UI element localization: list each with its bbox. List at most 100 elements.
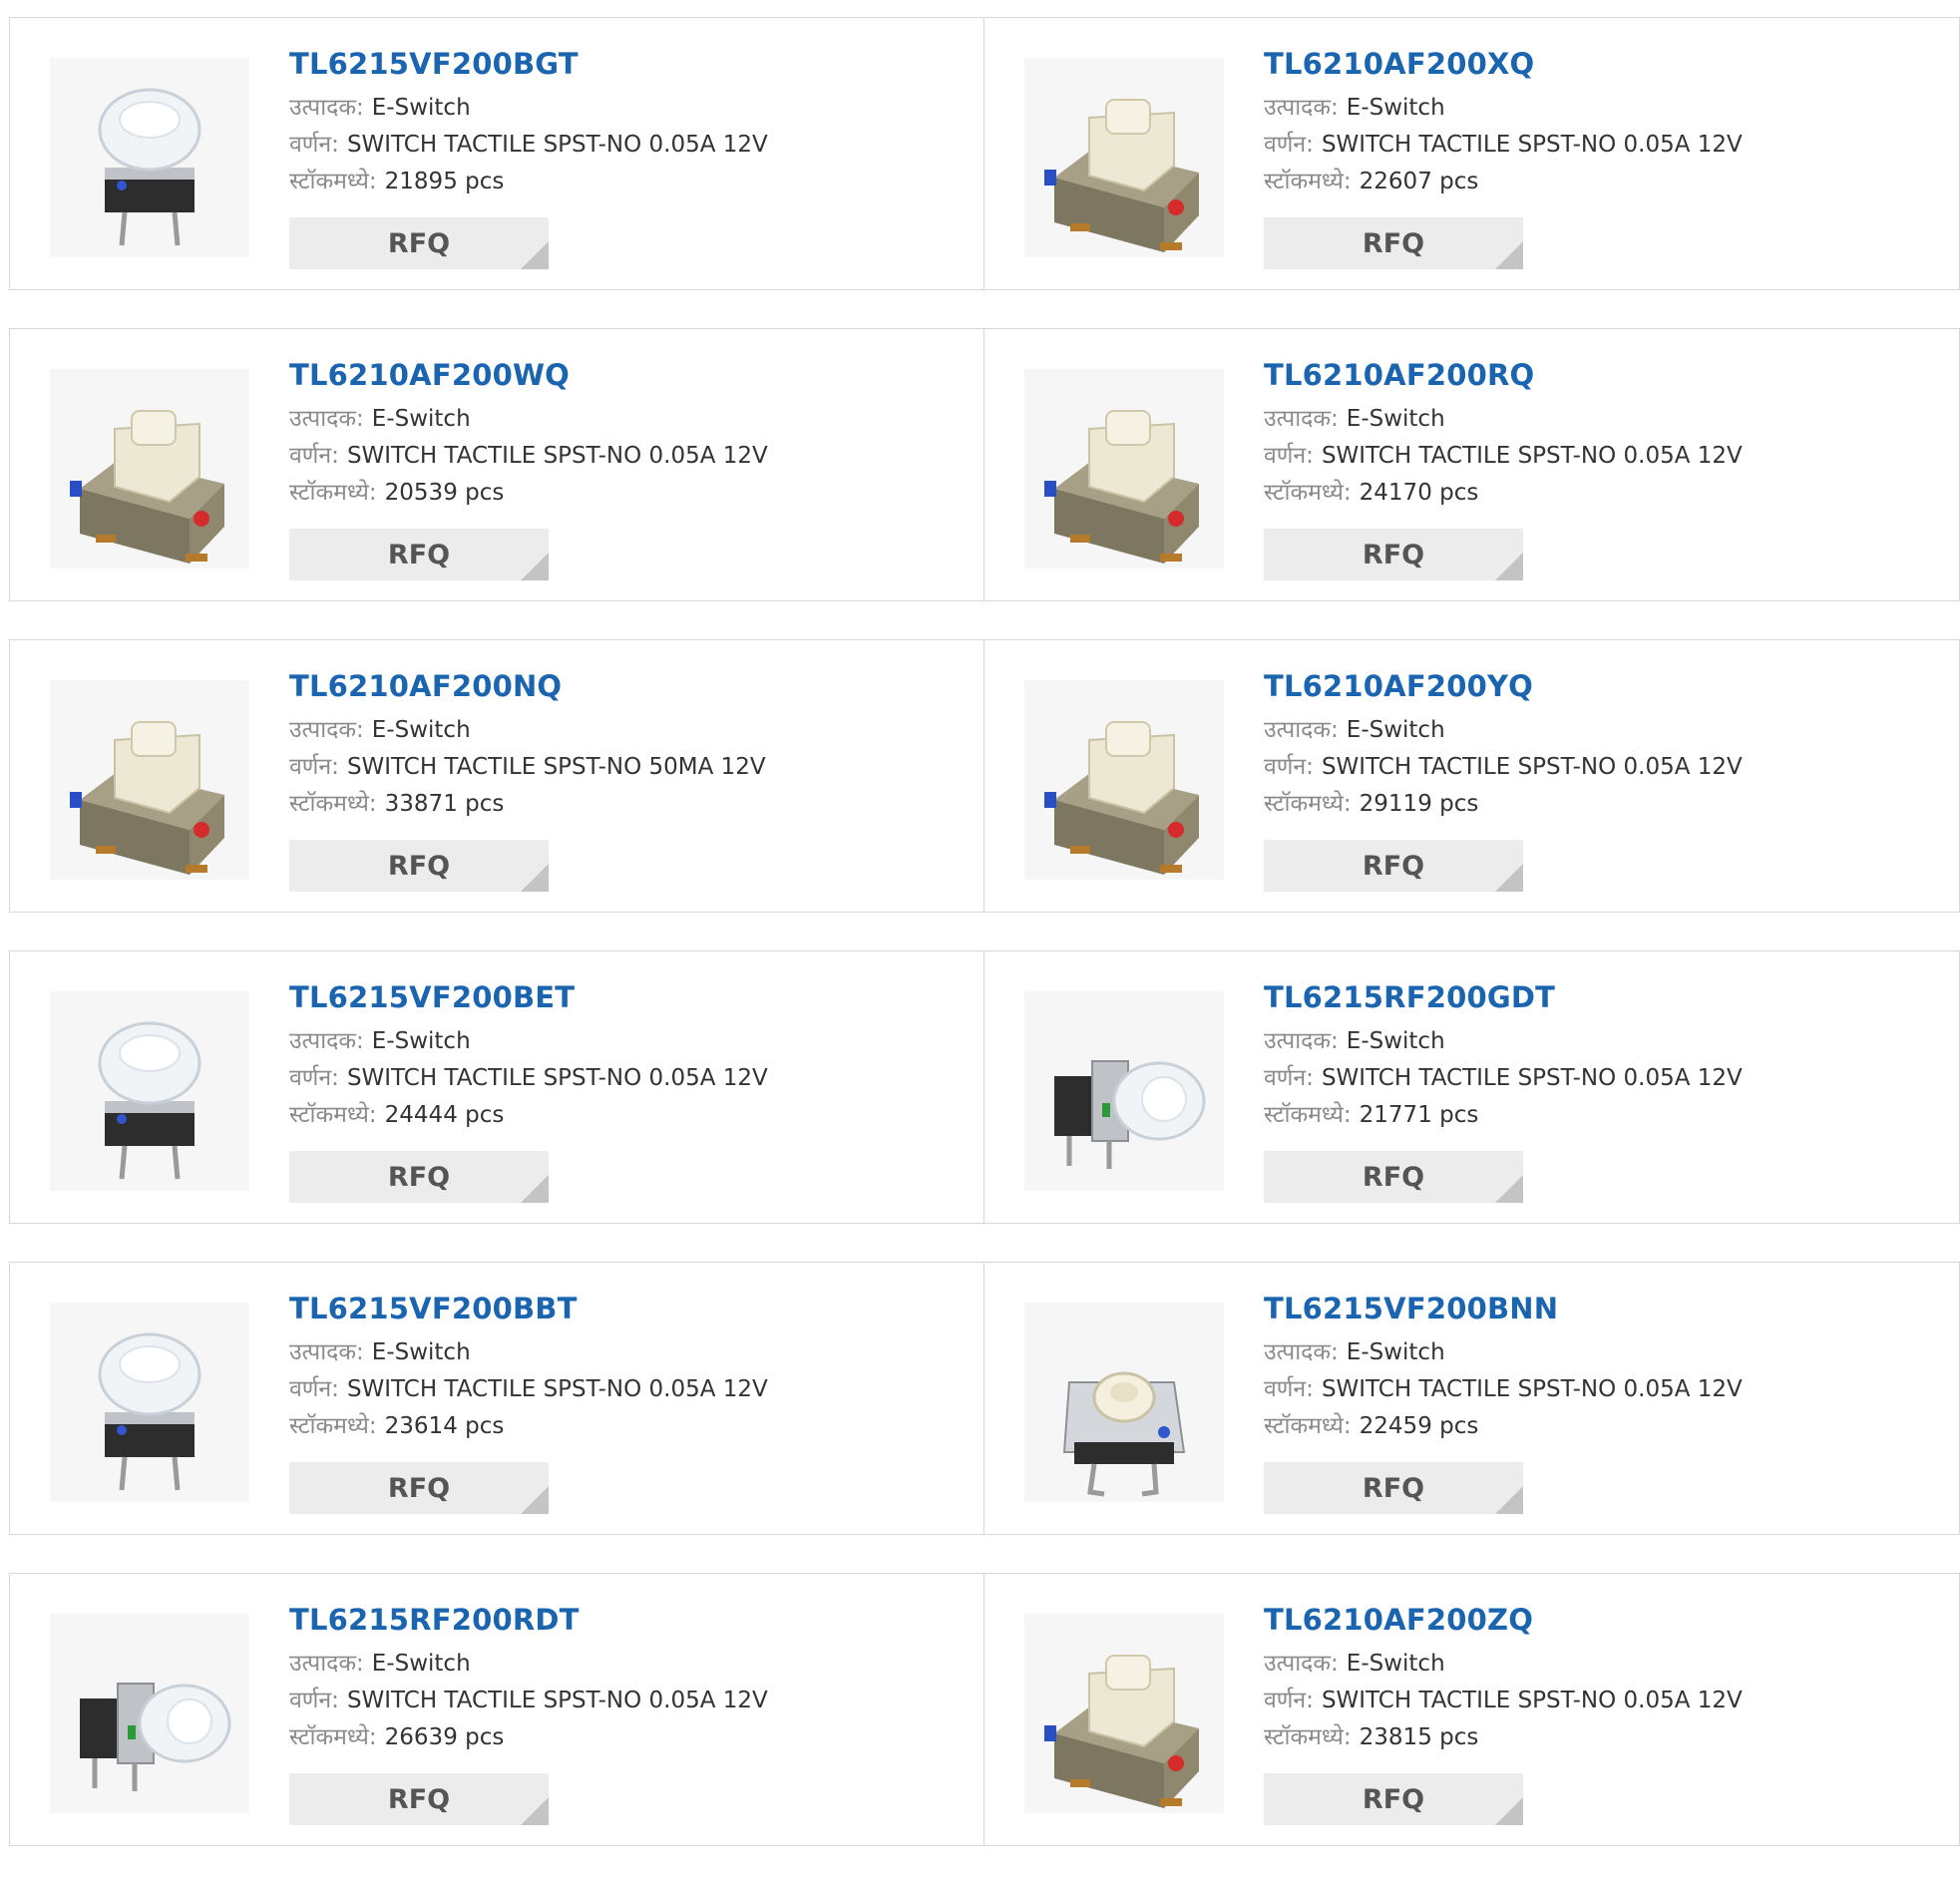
manufacturer-label: उत्पादक: [289,1651,364,1677]
stock-line: स्टॉकमध्ये: 26639 pcs [289,1719,974,1756]
stock-line: स्टॉकमध्ये: 22607 pcs [1264,164,1949,200]
rfq-button[interactable]: RFQ [1264,1773,1523,1825]
description-label: वर्णन: [289,443,339,469]
manufacturer-label: उत्पादक: [1264,1028,1339,1054]
product-card: TL6210AF200NQ उत्पादक: E-Switch वर्णन: SWI… [9,639,984,913]
description-line: वर्णन: SWITCH TACTILE SPST-NO 0.05A 12V [289,438,974,475]
rfq-label: RFQ [1362,539,1425,570]
smd-tactile-switch-icon[interactable] [1024,369,1224,568]
right-angle-illuminated-switch-icon[interactable] [1024,991,1224,1191]
product-title-link[interactable]: TL6210AF200NQ [289,668,974,704]
product-title-link[interactable]: TL6210AF200RQ [1264,357,1949,393]
product-title-link[interactable]: TL6215VF200BNN [1264,1291,1949,1326]
product-title-link[interactable]: TL6215VF200BBT [289,1291,974,1326]
manufacturer-line: उत्पादक: E-Switch [1264,90,1949,127]
rfq-label: RFQ [387,1472,451,1504]
stock-line: स्टॉकमध्ये: 23815 pcs [1264,1719,1949,1756]
rfq-button[interactable]: RFQ [1264,1151,1523,1203]
rfq-button[interactable]: RFQ [1264,840,1523,892]
right-angle-illuminated-switch-icon[interactable] [50,1614,249,1813]
rfq-label: RFQ [387,1783,451,1815]
description-value: SWITCH TACTILE SPST-NO 0.05A 12V [346,1065,768,1091]
description-label: वर्णन: [289,1065,339,1091]
product-card: TL6210AF200YQ उत्पादक: E-Switch वर्णन: SWI… [984,639,1960,913]
product-title-link[interactable]: TL6210AF200ZQ [1264,1602,1949,1638]
product-row: TL6215RF200RDT उत्पादक: E-Switch वर्णन: SW… [9,1573,1960,1846]
description-line: वर्णन: SWITCH TACTILE SPST-NO 0.05A 12V [289,1371,974,1408]
smd-tactile-switch-icon[interactable] [50,680,249,880]
manufacturer-label: उत्पादक: [289,1028,364,1054]
rfq-button[interactable]: RFQ [1264,217,1523,269]
product-title-link[interactable]: TL6215RF200RDT [289,1602,974,1638]
manufacturer-value: E-Switch [371,1651,471,1677]
stock-value: 23815 pcs [1359,1724,1479,1750]
description-label: वर्णन: [1264,754,1314,780]
stock-label: स्टॉकमध्ये: [289,480,377,506]
product-title-link[interactable]: TL6210AF200XQ [1264,46,1949,82]
rfq-button[interactable]: RFQ [289,529,549,580]
product-title-link[interactable]: TL6215VF200BET [289,979,974,1015]
rfq-button[interactable]: RFQ [289,1462,549,1514]
product-grid: TL6215VF200BGT उत्पादक: E-Switch वर्णन: SW… [9,17,1960,1884]
manufacturer-line: उत्पादक: E-Switch [1264,1334,1949,1371]
product-info: TL6215VF200BNN उत्पादक: E-Switch वर्णन: SW… [1264,1291,1949,1445]
product-title-link[interactable]: TL6215VF200BGT [289,46,974,82]
corner-fold-icon [1495,1797,1523,1825]
manufacturer-value: E-Switch [1346,1651,1445,1677]
stock-label: स्टॉकमध्ये: [1264,169,1352,194]
description-value: SWITCH TACTILE SPST-NO 0.05A 12V [1321,1065,1743,1091]
stock-label: स्टॉकमध्ये: [1264,1724,1352,1750]
product-title-link[interactable]: TL6215RF200GDT [1264,979,1949,1015]
product-info: TL6215VF200BGT उत्पादक: E-Switch वर्णन: SW… [289,46,974,200]
rfq-label: RFQ [387,1161,451,1193]
manufacturer-line: उत्पादक: E-Switch [1264,1646,1949,1683]
manufacturer-value: E-Switch [1346,406,1445,432]
illuminated-clear-cap-switch-icon[interactable] [50,1303,249,1502]
stock-line: स्टॉकमध्ये: 23614 pcs [289,1408,974,1445]
manufacturer-label: उत्पादक: [289,95,364,121]
stock-value: 24170 pcs [1359,480,1479,506]
manufacturer-line: उत्पादक: E-Switch [289,1023,974,1060]
product-info: TL6215RF200RDT उत्पादक: E-Switch वर्णन: SW… [289,1602,974,1756]
rfq-button[interactable]: RFQ [1264,529,1523,580]
stock-value: 22459 pcs [1359,1413,1479,1439]
product-info: TL6210AF200RQ उत्पादक: E-Switch वर्णन: SWI… [1264,357,1949,512]
smd-tactile-switch-icon[interactable] [1024,680,1224,880]
stock-value: 26639 pcs [384,1724,505,1750]
description-value: SWITCH TACTILE SPST-NO 0.05A 12V [346,1376,768,1402]
corner-fold-icon [1495,553,1523,580]
stock-line: स्टॉकमध्ये: 21895 pcs [289,164,974,200]
manufacturer-line: उत्पादक: E-Switch [1264,712,1949,749]
rfq-button[interactable]: RFQ [289,840,549,892]
through-hole-tactile-switch-icon[interactable] [1024,1303,1224,1502]
product-title-link[interactable]: TL6210AF200WQ [289,357,974,393]
stock-label: स्टॉकमध्ये: [1264,791,1352,817]
smd-tactile-switch-icon[interactable] [1024,1614,1224,1813]
rfq-button[interactable]: RFQ [289,1773,549,1825]
manufacturer-value: E-Switch [1346,717,1445,743]
rfq-button[interactable]: RFQ [1264,1462,1523,1514]
product-title-link[interactable]: TL6210AF200YQ [1264,668,1949,704]
corner-fold-icon [1495,1175,1523,1203]
product-card: TL6210AF200RQ उत्पादक: E-Switch वर्णन: SWI… [984,328,1960,601]
rfq-button[interactable]: RFQ [289,1151,549,1203]
rfq-button[interactable]: RFQ [289,217,549,269]
stock-line: स्टॉकमध्ये: 24170 pcs [1264,475,1949,512]
description-label: वर्णन: [1264,1065,1314,1091]
manufacturer-label: उत्पादक: [289,406,364,432]
stock-line: स्टॉकमध्ये: 33871 pcs [289,786,974,823]
illuminated-clear-cap-switch-icon[interactable] [50,991,249,1191]
description-value: SWITCH TACTILE SPST-NO 0.05A 12V [346,132,768,158]
smd-tactile-switch-icon[interactable] [50,369,249,568]
description-label: वर्णन: [289,754,339,780]
product-row: TL6215VF200BBT उत्पादक: E-Switch वर्णन: SW… [9,1262,1960,1535]
manufacturer-line: उत्पादक: E-Switch [289,1334,974,1371]
illuminated-clear-cap-switch-icon[interactable] [50,58,249,257]
description-line: वर्णन: SWITCH TACTILE SPST-NO 50MA 12V [289,749,974,786]
product-card: TL6215VF200BET उत्पादक: E-Switch वर्णन: SW… [9,950,984,1224]
product-card: TL6210AF200XQ उत्पादक: E-Switch वर्णन: SWI… [984,17,1960,290]
smd-tactile-switch-icon[interactable] [1024,58,1224,257]
description-line: वर्णन: SWITCH TACTILE SPST-NO 0.05A 12V [1264,438,1949,475]
stock-value: 22607 pcs [1359,169,1479,194]
manufacturer-value: E-Switch [1346,95,1445,121]
